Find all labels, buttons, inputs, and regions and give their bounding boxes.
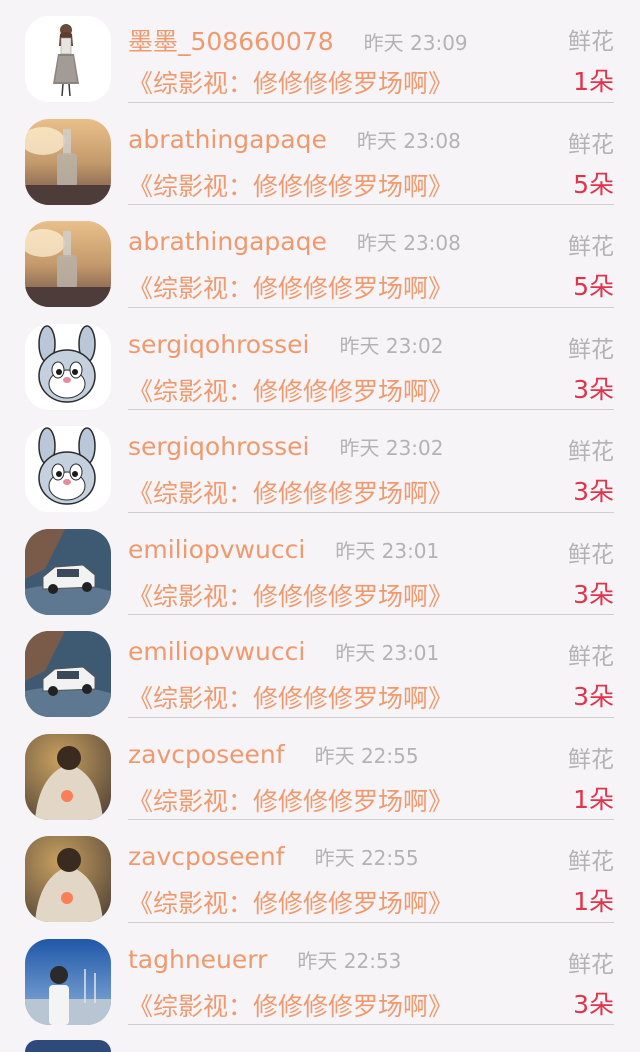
avatar-cartoon-bunny-icon bbox=[25, 323, 111, 410]
work-title-link[interactable]: 《综影视：修修修修罗场啊》 bbox=[128, 577, 453, 613]
timestamp: 昨天 22:55 bbox=[314, 743, 419, 768]
gift-type: 鲜花 bbox=[568, 336, 614, 363]
user-name[interactable]: sergiqohrossei bbox=[128, 432, 309, 461]
avatar-bottle-beach-icon bbox=[25, 118, 111, 205]
gift-type: 鲜花 bbox=[568, 29, 614, 55]
list-item[interactable]: emiliopvwucci 昨天 23:01 鲜花 《综影视：修修修修罗场啊》 3… bbox=[0, 615, 640, 718]
flower-count: 1朵 bbox=[573, 67, 614, 96]
avatar-man-back-icon bbox=[25, 733, 111, 820]
gift-type: 鲜花 bbox=[568, 644, 614, 670]
timestamp: 昨天 23:08 bbox=[356, 231, 461, 255]
user-name[interactable]: sergiqohrossei bbox=[128, 330, 309, 359]
list-item-info: 墨墨_508660078 昨天 23:09 鲜花 《综影视：修修修修罗场啊》 1朵 bbox=[128, 0, 614, 103]
gift-type: 鲜花 bbox=[568, 849, 614, 875]
timestamp: 昨天 23:01 bbox=[335, 538, 440, 563]
avatar[interactable] bbox=[25, 631, 111, 717]
list-item[interactable]: 墨墨_508660078 昨天 23:09 鲜花 《综影视：修修修修罗场啊》 1朵 bbox=[0, 0, 640, 103]
list-item-info: zavcposeenf 昨天 22:55 鲜花 《综影视：修修修修罗场啊》 1朵 bbox=[128, 820, 614, 923]
avatar-white-suv-icon bbox=[25, 631, 111, 717]
list-item[interactable]: sergiqohrossei 昨天 23:02 鲜花 《综影视：修修修修罗场啊》 … bbox=[0, 308, 640, 410]
list-item[interactable]: zavcposeenf 昨天 22:55 鲜花 《综影视：修修修修罗场啊》 1朵 bbox=[0, 820, 640, 923]
list-item-info: sergiqohrossei 昨天 23:02 鲜花 《综影视：修修修修罗场啊》 … bbox=[128, 308, 614, 410]
work-title-link[interactable]: 《综影视：修修修修罗场啊》 bbox=[128, 884, 453, 920]
user-name[interactable]: 墨墨_508660078 bbox=[128, 27, 334, 56]
avatar-bottle-beach-icon bbox=[25, 221, 111, 307]
work-title-link[interactable]: 《综影视：修修修修罗场啊》 bbox=[128, 269, 453, 305]
list-item[interactable]: abrathingapaqe 昨天 23:08 鲜花 《综影视：修修修修罗场啊》 … bbox=[0, 103, 640, 205]
gift-type: 鲜花 bbox=[568, 746, 614, 773]
user-name[interactable]: zavcposeenf bbox=[128, 842, 285, 871]
user-name[interactable]: emiliopvwucci bbox=[128, 637, 305, 666]
avatar-man-back-icon bbox=[25, 836, 111, 922]
list-item-info: sergiqohrossei 昨天 23:02 鲜花 《综影视：修修修修罗场啊》 … bbox=[128, 410, 614, 513]
gift-type: 鲜花 bbox=[568, 131, 614, 158]
flower-count: 3朵 bbox=[573, 477, 614, 506]
flower-count: 3朵 bbox=[573, 682, 614, 711]
avatar[interactable] bbox=[25, 118, 111, 205]
avatar[interactable] bbox=[25, 221, 111, 307]
list-item[interactable]: emiliopvwucci 昨天 23:01 鲜花 《综影视：修修修修罗场啊》 3… bbox=[0, 513, 640, 615]
list-item-info: zavcposeenf 昨天 22:55 鲜花 《综影视：修修修修罗场啊》 1朵 bbox=[128, 718, 614, 820]
flower-count: 5朵 bbox=[573, 169, 614, 199]
list-item[interactable]: sergiqohrossei 昨天 23:02 鲜花 《综影视：修修修修罗场啊》 … bbox=[0, 410, 640, 513]
user-name[interactable]: zavcposeenf bbox=[128, 740, 285, 769]
list-item-info: abrathingapaqe 昨天 23:08 鲜花 《综影视：修修修修罗场啊》 … bbox=[128, 205, 614, 308]
work-title-link[interactable]: 《综影视：修修修修罗场啊》 bbox=[128, 372, 453, 408]
avatar[interactable] bbox=[25, 836, 111, 922]
user-name[interactable]: emiliopvwucci bbox=[128, 535, 305, 564]
timestamp: 昨天 23:01 bbox=[335, 641, 440, 665]
timestamp: 昨天 22:55 bbox=[314, 846, 419, 870]
work-title-link[interactable]: 《综影视：修修修修罗场啊》 bbox=[128, 167, 453, 203]
avatar-girl-sketch-icon bbox=[25, 16, 111, 102]
user-name[interactable]: abrathingapaqe bbox=[128, 125, 327, 154]
list-item[interactable]: abrathingapaqe 昨天 23:08 鲜花 《综影视：修修修修罗场啊》 … bbox=[0, 205, 640, 308]
work-title-link[interactable]: 《综影视：修修修修罗场啊》 bbox=[128, 987, 453, 1023]
work-title-link[interactable]: 《综影视：修修修修罗场啊》 bbox=[128, 782, 453, 818]
avatar-white-suv-icon bbox=[25, 528, 111, 615]
flower-count: 3朵 bbox=[573, 989, 614, 1019]
avatar[interactable] bbox=[25, 16, 111, 102]
avatar[interactable] bbox=[25, 528, 111, 615]
gift-type: 鲜花 bbox=[568, 541, 614, 568]
list-item-info: emiliopvwucci 昨天 23:01 鲜花 《综影视：修修修修罗场啊》 3… bbox=[128, 615, 614, 718]
avatar[interactable] bbox=[25, 323, 111, 410]
work-title-link[interactable]: 《综影视：修修修修罗场啊》 bbox=[128, 474, 453, 510]
flower-count: 5朵 bbox=[573, 272, 614, 301]
flower-count: 3朵 bbox=[573, 579, 614, 609]
avatar-person-harbor-icon bbox=[25, 938, 111, 1025]
list-item[interactable]: zavcposeenf 昨天 22:55 鲜花 《综影视：修修修修罗场啊》 1朵 bbox=[0, 718, 640, 820]
list-item-info: emiliopvwucci 昨天 23:01 鲜花 《综影视：修修修修罗场啊》 3… bbox=[128, 513, 614, 615]
timestamp: 昨天 23:09 bbox=[363, 31, 468, 55]
timestamp: 昨天 23:02 bbox=[339, 436, 444, 460]
timestamp: 昨天 23:08 bbox=[356, 128, 461, 153]
work-title-link[interactable]: 《综影视：修修修修罗场啊》 bbox=[128, 679, 453, 715]
flower-count: 1朵 bbox=[573, 784, 614, 814]
timestamp: 昨天 22:53 bbox=[297, 948, 402, 973]
list-item-info: abrathingapaqe 昨天 23:08 鲜花 《综影视：修修修修罗场啊》 … bbox=[128, 103, 614, 205]
avatar-cartoon-bunny-icon bbox=[25, 426, 111, 512]
list-item-info: taghneuerr 昨天 22:53 鲜花 《综影视：修修修修罗场啊》 3朵 bbox=[128, 923, 614, 1025]
avatar[interactable] bbox=[25, 733, 111, 820]
avatar[interactable] bbox=[25, 938, 111, 1025]
flower-count: 3朵 bbox=[573, 374, 614, 404]
gift-type: 鲜花 bbox=[568, 234, 614, 260]
work-title-link[interactable]: 《综影视：修修修修罗场啊》 bbox=[128, 64, 453, 100]
gift-type: 鲜花 bbox=[568, 439, 614, 465]
avatar[interactable] bbox=[25, 426, 111, 512]
user-name[interactable]: taghneuerr bbox=[128, 945, 267, 974]
next-avatar-peek bbox=[25, 1040, 111, 1052]
gift-type: 鲜花 bbox=[568, 951, 614, 978]
list-item[interactable]: taghneuerr 昨天 22:53 鲜花 《综影视：修修修修罗场啊》 3朵 bbox=[0, 923, 640, 1025]
user-name[interactable]: abrathingapaqe bbox=[128, 227, 327, 256]
flower-count: 1朵 bbox=[573, 887, 614, 916]
timestamp: 昨天 23:02 bbox=[339, 333, 444, 358]
flower-gift-list: 墨墨_508660078 昨天 23:09 鲜花 《综影视：修修修修罗场啊》 1朵 bbox=[0, 0, 640, 1052]
